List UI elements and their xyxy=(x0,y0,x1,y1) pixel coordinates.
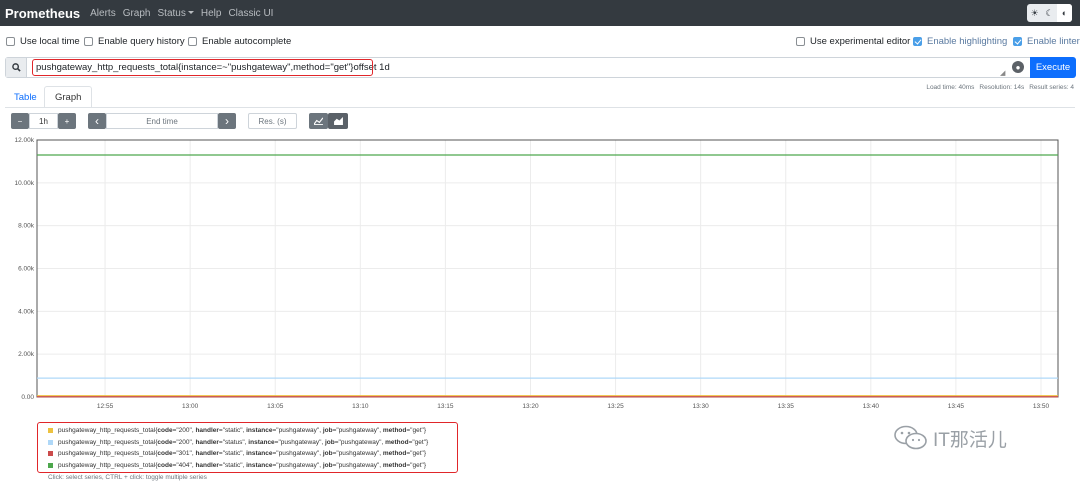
x-tick-label: 12:55 xyxy=(97,403,114,410)
sun-icon[interactable]: ☀ xyxy=(1027,4,1042,22)
highlighting-checkbox[interactable] xyxy=(913,37,922,46)
graph-chart[interactable]: 0.00 2.00k 4.00k 6.00k 8.00k 10.00k 12.00k 12:5… xyxy=(0,134,1080,414)
watermark: IT那活儿 xyxy=(893,424,1007,452)
experimental-editor-option[interactable]: Use experimental editor xyxy=(796,36,910,47)
legend-swatch xyxy=(48,439,53,445)
highlighting-option[interactable]: Enable highlighting xyxy=(913,36,1007,47)
linter-checkbox[interactable] xyxy=(1013,37,1022,46)
brand-logo[interactable]: Prometheus xyxy=(5,6,80,21)
nav-alerts[interactable]: Alerts xyxy=(90,8,116,19)
next-time-button[interactable]: › xyxy=(218,113,236,129)
theme-toggle: ☀ ☾ ◐ xyxy=(1027,4,1072,22)
load-time: Load time: 40ms xyxy=(926,84,975,91)
tab-graph[interactable]: Graph xyxy=(44,86,93,108)
x-tick-label: 13:00 xyxy=(182,403,199,410)
legend-item[interactable]: pushgateway_http_requests_total{code="30… xyxy=(48,450,426,457)
use-local-time-label: Use local time xyxy=(20,36,80,47)
query-history-checkbox[interactable] xyxy=(84,37,93,46)
experimental-editor-label: Use experimental editor xyxy=(810,36,911,47)
x-tick-label: 13:05 xyxy=(267,403,284,410)
legend-item[interactable]: pushgateway_http_requests_total{code="20… xyxy=(48,427,426,434)
x-tick-label: 13:30 xyxy=(693,403,710,410)
legend-hint: Click: select series, CTRL + click: togg… xyxy=(48,474,207,481)
tabs-divider xyxy=(5,107,1075,108)
metrics-explorer-icon[interactable]: ● xyxy=(1012,61,1024,73)
range-input[interactable]: 1h xyxy=(29,113,58,129)
result-series: Result series: 4 xyxy=(1029,84,1074,91)
experimental-editor-checkbox[interactable] xyxy=(796,37,805,46)
legend-label: pushgateway_http_requests_total{code="40… xyxy=(58,461,427,469)
x-tick-label: 13:40 xyxy=(863,403,880,410)
search-icon xyxy=(6,58,27,77)
stacked-chart-icon[interactable] xyxy=(328,113,348,129)
nav-classic-ui[interactable]: Classic UI xyxy=(228,8,273,19)
x-tick-label: 13:50 xyxy=(1033,403,1050,410)
execute-button[interactable]: Execute xyxy=(1030,57,1076,78)
y-tick-label: 6.00k xyxy=(18,266,35,273)
x-tick-label: 13:25 xyxy=(607,403,624,410)
query-history-label: Enable query history xyxy=(98,36,185,47)
chevron-down-icon xyxy=(187,11,194,15)
x-tick-label: 13:45 xyxy=(948,403,965,410)
tab-table[interactable]: Table xyxy=(4,86,47,108)
nav-help[interactable]: Help xyxy=(201,8,222,19)
autocomplete-option[interactable]: Enable autocomplete xyxy=(188,36,291,47)
linter-label: Enable linter xyxy=(1027,36,1080,47)
linter-option[interactable]: Enable linter xyxy=(1013,36,1080,47)
nav-status-label: Status xyxy=(157,7,186,19)
query-stats: Load time: 40ms Resolution: 14s Result s… xyxy=(926,84,1074,91)
y-tick-label: 12.00k xyxy=(14,137,34,144)
end-time-input[interactable]: End time xyxy=(106,113,218,129)
y-tick-label: 10.00k xyxy=(14,180,34,187)
wechat-icon xyxy=(894,425,927,450)
legend-item[interactable]: pushgateway_http_requests_total{code="40… xyxy=(48,462,426,469)
legend-label: pushgateway_http_requests_total{code="30… xyxy=(58,450,427,457)
autocomplete-label: Enable autocomplete xyxy=(202,36,292,47)
x-tick-label: 13:15 xyxy=(437,403,454,410)
increase-range-button[interactable]: + xyxy=(58,113,76,129)
nav-status[interactable]: Status xyxy=(158,8,194,19)
moon-icon[interactable]: ☾ xyxy=(1042,4,1057,22)
resolution: Resolution: 14s xyxy=(979,84,1025,91)
navbar: Prometheus Alerts Graph Status Help Clas… xyxy=(0,0,1080,26)
resize-handle-icon[interactable]: ◢ xyxy=(1000,69,1005,77)
legend-swatch xyxy=(48,451,53,456)
adjust-icon[interactable]: ◐ xyxy=(1057,4,1072,22)
y-tick-label: 8.00k xyxy=(18,223,35,230)
highlighting-label: Enable highlighting xyxy=(927,36,1008,47)
line-chart-icon[interactable] xyxy=(309,113,328,129)
legend-swatch xyxy=(48,428,53,433)
x-tick-label: 13:10 xyxy=(352,403,369,410)
expression-input[interactable] xyxy=(28,58,978,77)
legend-item[interactable]: pushgateway_http_requests_total{code="20… xyxy=(48,439,428,446)
y-tick-label: 0.00 xyxy=(21,394,34,401)
y-tick-label: 4.00k xyxy=(18,308,35,315)
expression-bar: ◢ ● Execute xyxy=(5,57,1076,78)
legend-label: pushgateway_http_requests_total{code="20… xyxy=(58,427,427,434)
resolution-input[interactable]: Res. (s) xyxy=(248,113,297,129)
use-local-time-option[interactable]: Use local time xyxy=(6,36,80,47)
decrease-range-button[interactable]: − xyxy=(11,113,29,129)
query-history-option[interactable]: Enable query history xyxy=(84,36,185,47)
watermark-text: IT那活儿 xyxy=(933,429,1007,451)
x-tick-label: 13:35 xyxy=(778,403,795,410)
prev-time-button[interactable]: ‹ xyxy=(88,113,106,129)
nav-graph[interactable]: Graph xyxy=(123,8,151,19)
y-tick-label: 2.00k xyxy=(18,351,35,358)
x-tick-label: 13:20 xyxy=(522,403,539,410)
use-local-time-checkbox[interactable] xyxy=(6,37,15,46)
autocomplete-checkbox[interactable] xyxy=(188,37,197,46)
legend-label: pushgateway_http_requests_total{code="20… xyxy=(58,438,429,446)
legend-swatch xyxy=(48,462,53,468)
